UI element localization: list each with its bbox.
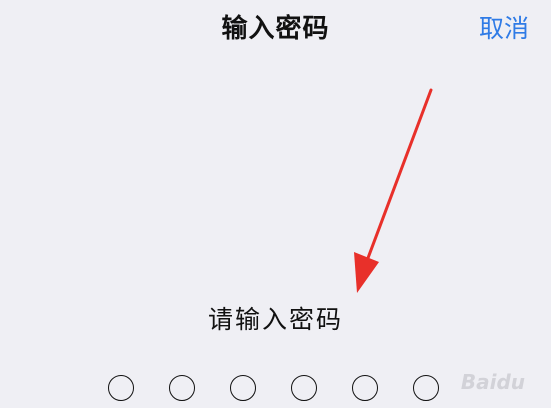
baidu-watermark: Baidu	[460, 370, 525, 394]
passcode-dot	[169, 375, 195, 401]
passcode-dot	[291, 375, 317, 401]
page-title: 输入密码	[221, 14, 330, 44]
annotation-arrow-icon	[354, 88, 433, 293]
passcode-dot	[230, 375, 256, 401]
passcode-dot	[108, 375, 134, 401]
passcode-screen: 输入密码 取消 请输入密码 Baidu	[0, 0, 551, 408]
cancel-button[interactable]: 取消	[479, 9, 529, 45]
passcode-dots[interactable]	[108, 375, 439, 401]
passcode-dot	[352, 375, 378, 401]
passcode-dot	[413, 375, 439, 401]
passcode-prompt: 请输入密码	[207, 305, 343, 334]
